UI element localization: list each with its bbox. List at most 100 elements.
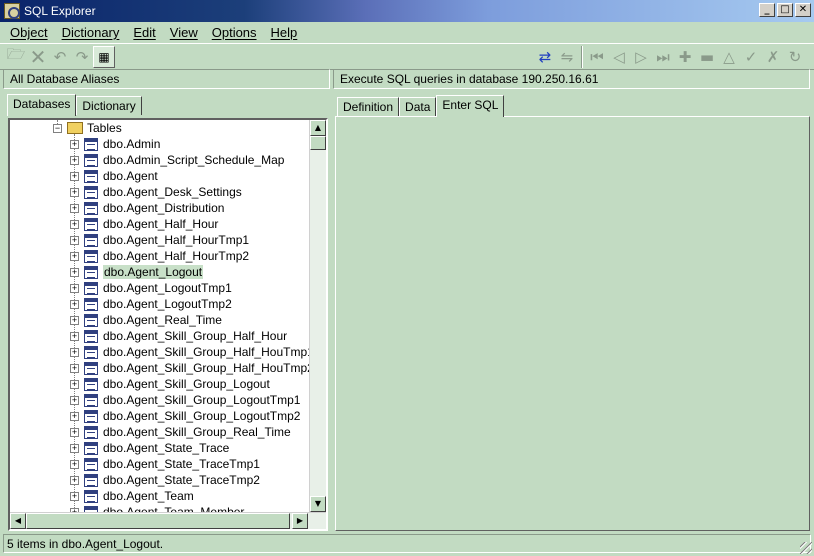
tree-item[interactable]: + dbo.Agent_Skill_Group_Half_HouTmp1 [70,344,310,360]
table-icon [84,313,98,327]
redo-icon[interactable]: ↷ [71,46,93,68]
table-icon [84,457,98,471]
expand-icon[interactable]: + [70,491,79,501]
tree-item-label: dbo.Agent_Team_Member [103,505,245,512]
tab-enter-sql[interactable]: Enter SQL [436,95,505,117]
table-icon [84,217,98,231]
expand-icon[interactable]: + [70,251,79,261]
menu-edit[interactable]: Edit [126,25,162,40]
tree-item[interactable]: + dbo.Agent_Skill_Group_Real_Time [70,424,291,440]
tree-item[interactable]: + dbo.Agent_Half_Hour [70,216,218,232]
scroll-left-icon[interactable]: ◀ [10,513,26,529]
expand-icon[interactable]: + [70,331,79,341]
tree-item[interactable]: + dbo.Agent_Skill_Group_Logout [70,376,270,392]
tab-dictionary[interactable]: Dictionary [76,96,142,115]
tree-item[interactable]: + dbo.Agent_Real_Time [70,312,222,328]
close-button[interactable]: ✕ [795,3,811,17]
tree-item[interactable]: + dbo.Agent_Distribution [70,200,224,216]
last-record-icon[interactable]: ⏭ [652,46,674,68]
horizontal-scrollbar[interactable]: ◀ ▶ [10,512,326,529]
scroll-up-icon[interactable]: ▲ [310,120,326,136]
tree-item[interactable]: + dbo.Agent_LogoutTmp1 [70,280,232,296]
title-bar: SQL Explorer _ □ ✕ [0,0,814,22]
refresh-data-icon[interactable]: ↻ [784,46,806,68]
tree-item[interactable]: + dbo.Agent_Skill_Group_Half_HouTmp2 [70,360,310,376]
prior-record-icon[interactable]: ◁ [608,46,630,68]
refresh-icon[interactable]: ⇄ [534,46,556,68]
expand-icon[interactable]: + [70,315,79,325]
tree-item[interactable]: + dbo.Agent_Half_HourTmp1 [70,232,249,248]
expand-icon[interactable]: + [70,235,79,245]
menu-dictionary[interactable]: Dictionary [55,25,127,40]
expand-icon[interactable]: + [70,139,79,149]
tree-item[interactable]: + dbo.Agent_Skill_Group_LogoutTmp1 [70,392,300,408]
tree-item-label: dbo.Agent_Real_Time [103,313,222,327]
tree-item[interactable]: + dbo.Admin [70,136,160,152]
tree-item[interactable]: + dbo.Admin_Script_Schedule_Map [70,152,284,168]
expand-icon[interactable]: + [70,347,79,357]
expand-icon[interactable]: + [70,443,79,453]
resize-grip[interactable] [800,542,812,554]
expand-icon[interactable]: + [70,395,79,405]
app-icon [4,3,20,19]
tree-item[interactable]: + dbo.Agent_Team_Member [70,504,244,512]
menu-object[interactable]: Object [3,25,55,40]
tree-item[interactable]: + dbo.Agent_Half_HourTmp2 [70,248,249,264]
scroll-down-icon[interactable]: ▼ [310,496,326,512]
menu-view[interactable]: View [163,25,205,40]
expand-icon[interactable]: + [70,459,79,469]
expand-icon[interactable]: + [70,187,79,197]
tree-item[interactable]: + dbo.Agent_Logout [70,264,204,280]
table-icon [84,473,98,487]
menu-options[interactable]: Options [205,25,264,40]
expand-icon[interactable]: + [70,267,79,277]
expand-icon[interactable]: + [70,203,79,213]
undo-icon[interactable]: ↶ [49,46,71,68]
insert-record-icon[interactable]: ✚ [674,46,696,68]
tree-item[interactable]: + dbo.Agent_Skill_Group_LogoutTmp2 [70,408,300,424]
expand-icon[interactable]: + [70,427,79,437]
vertical-scrollbar[interactable]: ▲ ▼ [309,120,326,512]
tree-folder-tables[interactable]: − Tables [53,120,122,136]
minimize-button[interactable]: _ [759,3,775,17]
sync-icon[interactable]: ⇋ [556,46,578,68]
tree-item[interactable]: + dbo.Agent [70,168,158,184]
tab-databases[interactable]: Databases [7,94,77,116]
collapse-icon[interactable]: − [53,123,62,133]
scroll-right-icon[interactable]: ▶ [292,513,308,529]
menu-help[interactable]: Help [264,25,305,40]
open-icon[interactable]: 🗁 [5,45,27,68]
tree-item[interactable]: + dbo.Agent_Skill_Group_Half_Hour [70,328,287,344]
tab-data[interactable]: Data [399,97,437,116]
expand-icon[interactable]: + [70,379,79,389]
table-icon [84,361,98,375]
expand-icon[interactable]: + [70,171,79,181]
expand-icon[interactable]: + [70,283,79,293]
tree-item[interactable]: + dbo.Agent_Team [70,488,194,504]
expand-icon[interactable]: + [70,475,79,485]
tree-item[interactable]: + dbo.Agent_State_TraceTmp1 [70,456,260,472]
database-tree[interactable]: − Tables + dbo.Admin + dbo.Admin_Script_Sch… [8,118,328,531]
maximize-button[interactable]: □ [777,3,793,17]
expand-icon[interactable]: + [70,299,79,309]
tree-item[interactable]: + dbo.Agent_LogoutTmp2 [70,296,232,312]
tab-definition[interactable]: Definition [337,97,400,116]
tree-item[interactable]: + dbo.Agent_State_Trace [70,440,229,456]
hscroll-thumb[interactable] [26,513,290,529]
delete-record-icon[interactable]: ▬ [696,46,718,68]
tree-item[interactable]: + dbo.Agent_Desk_Settings [70,184,242,200]
delete-icon[interactable]: ✕ [27,45,49,69]
next-record-icon[interactable]: ▷ [630,46,652,68]
scroll-thumb[interactable] [310,136,326,150]
edit-record-icon[interactable]: △ [718,46,740,68]
post-record-icon[interactable]: ✓ [740,46,762,68]
expand-icon[interactable]: + [70,155,79,165]
sql-editor-area[interactable] [335,116,810,531]
sql-query-icon[interactable]: ▦ [93,45,115,68]
tree-item[interactable]: + dbo.Agent_State_TraceTmp2 [70,472,260,488]
expand-icon[interactable]: + [70,363,79,373]
expand-icon[interactable]: + [70,411,79,421]
expand-icon[interactable]: + [70,219,79,229]
first-record-icon[interactable]: ⏮ [586,46,608,68]
cancel-record-icon[interactable]: ✗ [762,46,784,68]
